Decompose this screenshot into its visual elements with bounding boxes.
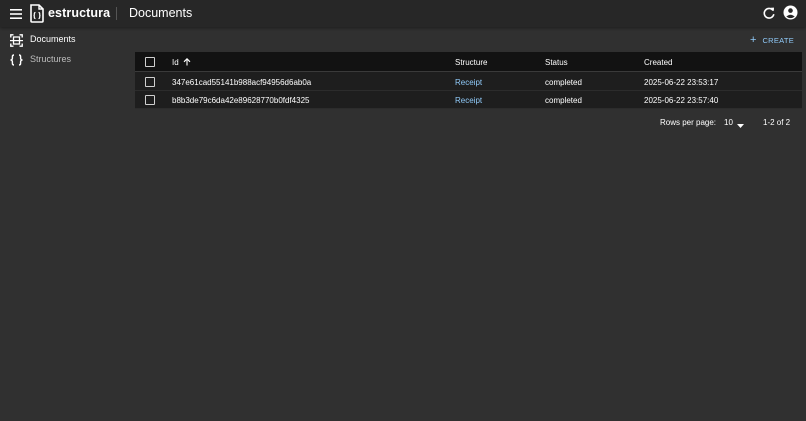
braces-icon xyxy=(9,53,23,67)
sidebar-item-label: Structures xyxy=(30,54,72,64)
file-braces-icon xyxy=(29,4,45,23)
pagination: Rows per page: 10 1-2 of 2 xyxy=(660,117,800,129)
column-header-structure[interactable]: Structure xyxy=(455,58,487,67)
appbar-divider xyxy=(116,7,117,20)
table-row[interactable]: b8b3de79c6da42e89628770b0fdf4325 Receipt… xyxy=(135,91,802,109)
refresh-icon[interactable] xyxy=(762,6,776,20)
pagination-range: 1-2 of 2 xyxy=(763,118,791,127)
create-button[interactable]: + CREATE xyxy=(750,33,800,48)
sidebar-item-label: Documents xyxy=(30,34,76,44)
arrow-up-icon xyxy=(183,58,191,68)
structure-link[interactable]: Receipt xyxy=(455,96,482,105)
account-circle-icon[interactable] xyxy=(783,5,798,20)
sidebar-item-structures[interactable]: Structures xyxy=(0,50,126,70)
column-header-created[interactable]: Created xyxy=(644,58,672,67)
structure-link[interactable]: Receipt xyxy=(455,78,482,87)
plus-icon: + xyxy=(750,34,757,46)
column-header-id[interactable]: Id xyxy=(172,58,191,68)
page-title: Documents xyxy=(129,6,193,20)
document-scanner-icon xyxy=(9,33,23,47)
app-brand: estructura xyxy=(48,6,111,20)
rows-per-page-label: Rows per page: xyxy=(660,118,717,127)
table-row[interactable]: 347e61cad55141b988acf94956d6ab0a Receipt… xyxy=(135,73,802,91)
cell-id: 347e61cad55141b988acf94956d6ab0a xyxy=(172,78,312,87)
caret-down-icon xyxy=(737,121,744,130)
create-button-label: CREATE xyxy=(762,36,795,45)
menu-icon[interactable] xyxy=(8,6,24,22)
app-bar: estructura Documents xyxy=(0,0,806,27)
row-checkbox[interactable] xyxy=(145,77,155,87)
table-header: Id Structure Status Created xyxy=(135,52,802,72)
cell-created: 2025-06-22 23:53:17 xyxy=(644,78,719,87)
select-all-checkbox[interactable] xyxy=(145,57,155,67)
column-header-status[interactable]: Status xyxy=(545,58,568,67)
rows-per-page-select[interactable]: 10 xyxy=(724,118,746,130)
cell-created: 2025-06-22 23:57:40 xyxy=(644,96,719,105)
cell-status: completed xyxy=(545,96,582,105)
sidebar-item-documents[interactable]: Documents xyxy=(0,30,126,50)
cell-id: b8b3de79c6da42e89628770b0fdf4325 xyxy=(172,96,310,105)
row-checkbox[interactable] xyxy=(145,95,155,105)
rows-per-page-value: 10 xyxy=(724,118,733,127)
column-header-label: Id xyxy=(172,58,179,67)
cell-status: completed xyxy=(545,78,582,87)
documents-table: Id Structure Status Created 347e61cad551… xyxy=(135,52,802,109)
